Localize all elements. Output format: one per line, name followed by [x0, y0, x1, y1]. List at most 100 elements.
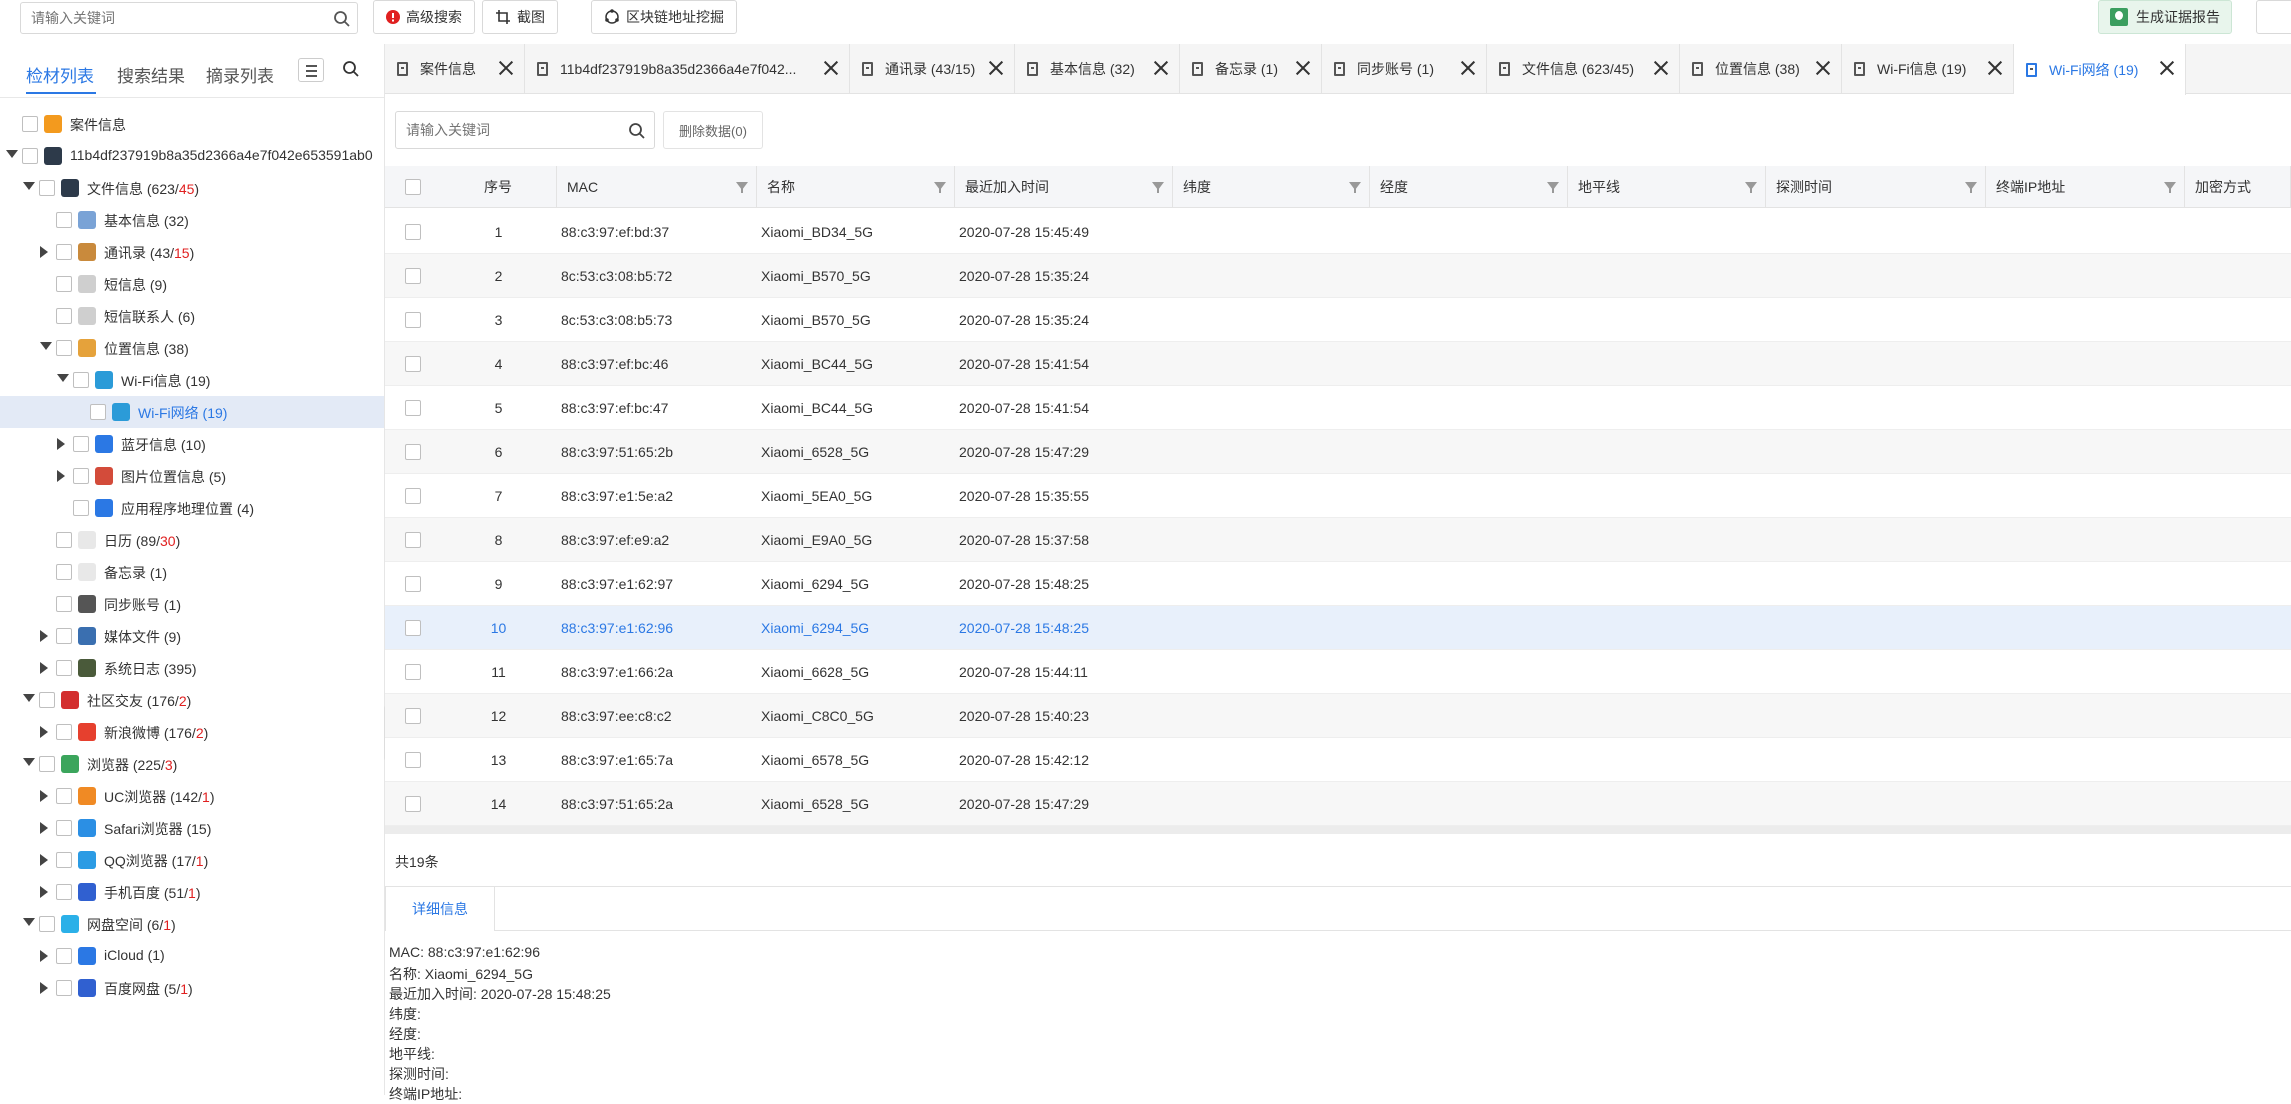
column-header[interactable]: 纬度 — [1173, 166, 1370, 208]
expand-arrow-icon[interactable] — [40, 662, 48, 674]
tree-node[interactable]: 短信息 (9) — [0, 268, 384, 300]
tree-node[interactable]: 应用程序地理位置 (4) — [0, 492, 384, 524]
expand-arrow-icon[interactable] — [40, 246, 48, 258]
filter-icon[interactable] — [1745, 182, 1757, 193]
tab-detail-info[interactable]: 详细信息 — [385, 887, 495, 931]
tree-node-checkbox[interactable] — [39, 692, 55, 708]
row-checkbox[interactable] — [405, 532, 421, 548]
blockchain-mining-button[interactable]: 区块链地址挖掘 — [591, 0, 737, 34]
expand-arrow-icon[interactable] — [40, 726, 48, 738]
tree-node-checkbox[interactable] — [73, 468, 89, 484]
collapse-arrow-icon[interactable] — [6, 150, 18, 158]
filter-icon[interactable] — [1349, 182, 1361, 193]
filter-icon[interactable] — [2164, 182, 2176, 193]
column-header[interactable]: 终端IP地址 — [1986, 166, 2185, 208]
table-row[interactable]: 8 88:c3:97:ef:e9:a2 Xiaomi_E9A0_5G 2020-07-… — [385, 518, 2291, 562]
doc-tab[interactable]: 基本信息 (32) — [1015, 44, 1180, 94]
row-checkbox[interactable] — [405, 488, 421, 504]
doc-tab[interactable]: 通讯录 (43/15) — [850, 44, 1015, 94]
select-all-checkbox[interactable] — [405, 179, 421, 195]
column-header[interactable]: 序号 — [440, 166, 557, 208]
tree-node-checkbox[interactable] — [22, 148, 38, 164]
row-checkbox[interactable] — [405, 400, 421, 416]
menu-icon[interactable] — [298, 58, 324, 82]
tree-node-checkbox[interactable] — [39, 756, 55, 772]
doc-tab[interactable]: 备忘录 (1) — [1180, 44, 1322, 94]
tree-node-checkbox[interactable] — [56, 948, 72, 964]
row-checkbox[interactable] — [405, 224, 421, 240]
close-icon[interactable] — [1295, 60, 1311, 76]
tree-node[interactable]: iCloud (1) — [0, 940, 384, 972]
table-row[interactable]: 1 88:c3:97:ef:bd:37 Xiaomi_BD34_5G 2020-07-… — [385, 210, 2291, 254]
tree-node-checkbox[interactable] — [56, 820, 72, 836]
tree-node[interactable]: 网盘空间 (6/1) — [0, 908, 384, 940]
table-row[interactable]: 10 88:c3:97:e1:62:96 Xiaomi_6294_5G 2020-07… — [385, 606, 2291, 650]
tree-node-checkbox[interactable] — [56, 308, 72, 324]
tree-node-checkbox[interactable] — [56, 596, 72, 612]
filter-icon[interactable] — [1152, 182, 1164, 193]
tree-node[interactable]: QQ浏览器 (17/1) — [0, 844, 384, 876]
tree-node[interactable]: 11b4df237919b8a35d2366a4e7f042e653591ab0 — [0, 140, 384, 172]
tree-node[interactable]: 通讯录 (43/15) — [0, 236, 384, 268]
search-icon[interactable] — [333, 10, 351, 28]
close-icon[interactable] — [1153, 60, 1169, 76]
tree-node[interactable]: 蓝牙信息 (10) — [0, 428, 384, 460]
search-icon[interactable] — [342, 60, 360, 78]
tree-node-checkbox[interactable] — [56, 788, 72, 804]
expand-arrow-icon[interactable] — [40, 822, 48, 834]
tree-node-checkbox[interactable] — [56, 724, 72, 740]
tab-excerpt-list[interactable]: 摘录列表 — [206, 62, 274, 87]
row-checkbox[interactable] — [405, 444, 421, 460]
tree-node-checkbox[interactable] — [73, 436, 89, 452]
expand-arrow-icon[interactable] — [40, 886, 48, 898]
tree-node[interactable]: 图片位置信息 (5) — [0, 460, 384, 492]
tree-node-checkbox[interactable] — [56, 340, 72, 356]
tree-node-checkbox[interactable] — [73, 372, 89, 388]
close-icon[interactable] — [1460, 60, 1476, 76]
tree-node-checkbox[interactable] — [56, 244, 72, 260]
tree-node-checkbox[interactable] — [56, 564, 72, 580]
tree-node[interactable]: 手机百度 (51/1) — [0, 876, 384, 908]
tree-node-checkbox[interactable] — [56, 884, 72, 900]
expand-arrow-icon[interactable] — [40, 630, 48, 642]
close-icon[interactable] — [498, 60, 514, 76]
tree-node[interactable]: Safari浏览器 (15) — [0, 812, 384, 844]
row-checkbox[interactable] — [405, 268, 421, 284]
expand-arrow-icon[interactable] — [57, 470, 65, 482]
tree-node-checkbox[interactable] — [22, 116, 38, 132]
collapse-arrow-icon[interactable] — [40, 342, 52, 350]
doc-tab[interactable]: 同步账号 (1) — [1322, 44, 1487, 94]
extra-toolbar-button[interactable] — [2256, 0, 2291, 34]
doc-tab[interactable]: Wi-Fi网络 (19) — [2014, 44, 2186, 95]
expand-arrow-icon[interactable] — [40, 854, 48, 866]
table-row[interactable]: 4 88:c3:97:ef:bc:46 Xiaomi_BC44_5G 2020-07-… — [385, 342, 2291, 386]
horizontal-scrollbar[interactable] — [385, 826, 2291, 834]
row-checkbox[interactable] — [405, 620, 421, 636]
close-icon[interactable] — [1987, 60, 2003, 76]
row-checkbox[interactable] — [405, 664, 421, 680]
collapse-arrow-icon[interactable] — [23, 182, 35, 190]
filter-icon[interactable] — [736, 182, 748, 193]
tree-node[interactable]: 浏览器 (225/3) — [0, 748, 384, 780]
filter-icon[interactable] — [1547, 182, 1559, 193]
tab-evidence-list[interactable]: 检材列表 — [26, 62, 94, 87]
tree-node-checkbox[interactable] — [56, 660, 72, 676]
tree-node[interactable]: 短信联系人 (6) — [0, 300, 384, 332]
table-search-box[interactable] — [395, 111, 655, 149]
tree-node-checkbox[interactable] — [56, 852, 72, 868]
doc-tab[interactable]: 11b4df237919b8a35d2366a4e7f042... — [525, 44, 850, 94]
table-row[interactable]: 6 88:c3:97:51:65:2b Xiaomi_6528_5G 2020-07-… — [385, 430, 2291, 474]
collapse-arrow-icon[interactable] — [23, 758, 35, 766]
row-checkbox[interactable] — [405, 356, 421, 372]
doc-tab[interactable]: 案件信息 — [385, 44, 525, 94]
table-row[interactable]: 12 88:c3:97:ee:c8:c2 Xiaomi_C8C0_5G 2020-07… — [385, 694, 2291, 738]
tree-node[interactable]: 同步账号 (1) — [0, 588, 384, 620]
tree-node[interactable]: 社区交友 (176/2) — [0, 684, 384, 716]
advanced-search-button[interactable]: 高级搜索 — [373, 0, 475, 34]
tree-node[interactable]: 媒体文件 (9) — [0, 620, 384, 652]
delete-data-button[interactable]: 删除数据(0) — [663, 111, 763, 149]
row-checkbox[interactable] — [405, 576, 421, 592]
tree-node-checkbox[interactable] — [56, 212, 72, 228]
table-search-input[interactable] — [396, 112, 616, 148]
tree-node[interactable]: 百度网盘 (5/1) — [0, 972, 384, 1004]
